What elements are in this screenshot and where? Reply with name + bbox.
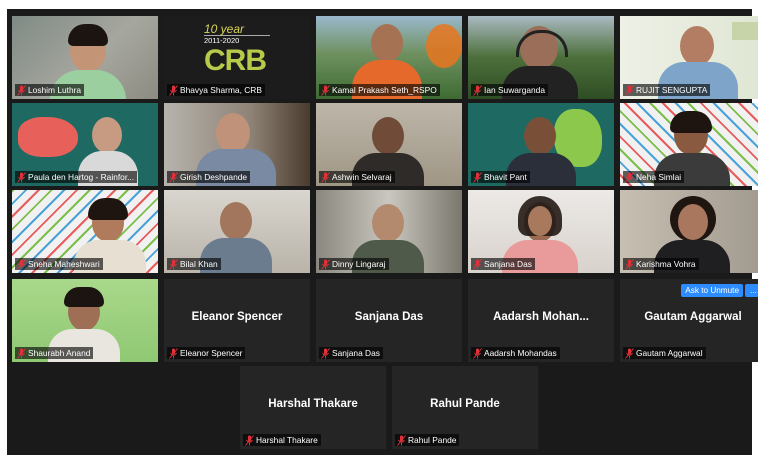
microphone-muted-icon [397,434,406,446]
participant-name-label: Eleanor Spencer [167,347,246,359]
participant-name-label: Bhavya Sharma, CRB [167,84,265,96]
participant-display-name: Sanjana Das [354,311,424,323]
participant-tile[interactable]: Dinny Lingaraj [316,190,462,273]
microphone-muted-icon [17,347,26,359]
more-options-button[interactable]: ... [745,284,758,297]
participant-tile-active-speaker[interactable]: RUJIT SENGUPTA [620,16,758,99]
gallery-view: Loshim Luthra 10 year 2011-2020 CRB Bhav… [7,9,758,455]
microphone-muted-icon [321,258,330,270]
participant-name-label: Sneha Maheshwari [15,258,103,270]
participant-name-label: Paula den Hartog - Rainfor... [15,171,138,183]
participant-tile[interactable]: Rahul Pande Rahul Pande [392,366,538,449]
participant-display-name: Harshal Thakare [268,398,358,410]
participant-name-label: Gautam Aggarwal [623,347,706,359]
participant-name-label: Shaurabh Anand [15,347,94,359]
microphone-muted-icon [321,347,330,359]
participant-tile[interactable]: Kamal Prakash Seth_RSPO [316,16,462,99]
participant-name-label: Sanjana Das [319,347,383,359]
participant-name-label: Rahul Pande [395,434,460,446]
participant-tile[interactable]: Bhavit Pant [468,103,614,186]
participant-tile[interactable]: Girish Deshpande [164,103,310,186]
participant-tile[interactable]: Sanjana Das [468,190,614,273]
participant-tile[interactable]: Paula den Hartog - Rainfor... [12,103,158,186]
participant-tile[interactable]: Loshim Luthra [12,16,158,99]
participant-name-label: Bhavit Pant [471,171,530,183]
microphone-muted-icon [473,258,482,270]
participant-name-label: Kamal Prakash Seth_RSPO [319,84,440,96]
microphone-muted-icon [321,171,330,183]
microphone-muted-icon [473,171,482,183]
participant-tile[interactable]: Shaurabh Anand [12,279,158,362]
microphone-muted-icon [169,258,178,270]
participant-tile[interactable]: 10 year 2011-2020 CRB Bhavya Sharma, CRB [164,16,310,99]
microphone-muted-icon [625,171,634,183]
participant-tile[interactable]: Bilal Khan [164,190,310,273]
participant-tile[interactable]: Sanjana Das Sanjana Das [316,279,462,362]
participant-display-name: Eleanor Spencer [191,311,283,323]
microphone-muted-icon [169,171,178,183]
participant-tile[interactable]: Neha Simlai [620,103,758,186]
microphone-muted-icon [473,347,482,359]
microphone-muted-icon [17,171,26,183]
participant-tile[interactable]: Harshal Thakare Harshal Thakare [240,366,386,449]
microphone-muted-icon [17,84,26,96]
participant-tile[interactable]: Aadarsh Mohan... Aadarsh Mohandas [468,279,614,362]
participant-tile[interactable]: Ashwin Selvaraj [316,103,462,186]
microphone-muted-icon [625,84,634,96]
participant-name-label: Ian Suwarganda [471,84,548,96]
microphone-muted-icon [17,258,26,270]
microphone-muted-icon [169,347,178,359]
participant-name-label: Bilal Khan [167,258,221,270]
microphone-muted-icon [473,84,482,96]
microphone-muted-icon [625,258,634,270]
microphone-muted-icon [625,347,634,359]
participant-name-label: Neha Simlai [623,171,685,183]
microphone-muted-icon [321,84,330,96]
participant-name-label: Karishma Vohra [623,258,699,270]
participant-tile[interactable]: Eleanor Spencer Eleanor Spencer [164,279,310,362]
participant-display-name: Aadarsh Mohan... [493,311,589,323]
participant-display-name: Rahul Pande [430,398,500,410]
participant-display-name: Gautam Aggarwal [644,311,742,323]
participant-tile[interactable]: Ian Suwarganda [468,16,614,99]
participant-tile[interactable]: Ask to Unmute ... Gautam Aggarwal Gautam… [620,279,758,362]
participant-name-label: Sanjana Das [471,258,535,270]
crb-logo: 10 year 2011-2020 CRB [204,22,270,80]
participant-name-label: RUJIT SENGUPTA [623,84,711,96]
ask-to-unmute-button[interactable]: Ask to Unmute [681,284,743,297]
participant-name-label: Ashwin Selvaraj [319,171,395,183]
participant-name-label: Girish Deshpande [167,171,251,183]
microphone-muted-icon [245,434,254,446]
participant-name-label: Harshal Thakare [243,434,321,446]
participant-name-label: Dinny Lingaraj [319,258,389,270]
participant-name-label: Loshim Luthra [15,84,85,96]
participant-tile[interactable]: Karishma Vohra [620,190,758,273]
microphone-muted-icon [169,84,178,96]
participant-name-label: Aadarsh Mohandas [471,347,560,359]
participant-tile[interactable]: Sneha Maheshwari [12,190,158,273]
